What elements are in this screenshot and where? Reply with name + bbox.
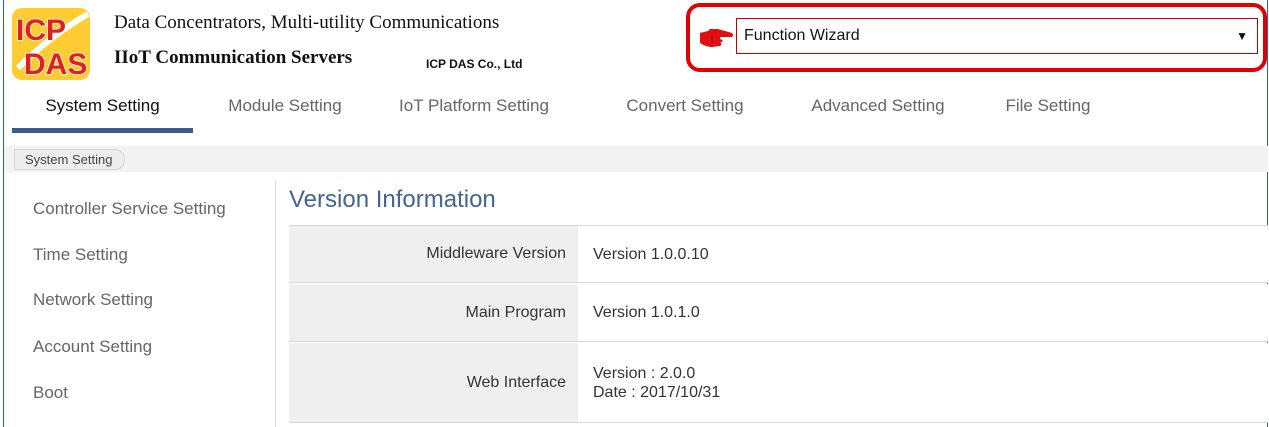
tab-convert-setting[interactable]: Convert Setting <box>605 84 765 132</box>
sidebar-item-account[interactable]: Account Setting <box>33 337 152 357</box>
tab-advanced-setting[interactable]: Advanced Setting <box>790 84 966 132</box>
function-wizard-select[interactable]: Function Wizard ▼ <box>736 18 1258 54</box>
function-wizard-value: Function Wizard <box>744 27 860 44</box>
row-value: Version 1.0.0.10 <box>593 226 709 282</box>
row-value: Version 1.0.1.0 <box>593 284 700 341</box>
active-tab-indicator <box>12 128 193 133</box>
header-tagline: Data Concentrators, Multi-utility Commun… <box>114 12 500 33</box>
pointing-hand-icon <box>700 29 733 47</box>
tab-module-setting[interactable]: Module Setting <box>216 84 354 132</box>
row-label: Main Program <box>289 284 578 341</box>
header-company: ICP DAS Co., Ltd <box>426 57 523 71</box>
page-title: Version Information <box>289 186 496 213</box>
sidebar: Controller Service Setting Time Setting … <box>4 180 276 427</box>
tab-iot-platform-setting[interactable]: IoT Platform Setting <box>376 84 572 132</box>
sidebar-item-time[interactable]: Time Setting <box>33 245 128 265</box>
breadcrumb-item[interactable]: System Setting <box>14 149 126 170</box>
tab-system-setting[interactable]: System Setting <box>12 84 193 132</box>
tab-file-setting[interactable]: File Setting <box>988 84 1108 132</box>
web-interface-version: Version : 2.0.0 <box>593 364 696 382</box>
icp-das-logo: ICP DAS <box>12 8 90 82</box>
breadcrumb: System Setting <box>4 146 1268 172</box>
sidebar-item-boot[interactable]: Boot <box>33 383 68 403</box>
row-label: Middleware Version <box>289 226 578 282</box>
svg-text:DAS: DAS <box>24 48 87 81</box>
row-value: Version : 2.0.0 Date : 2017/10/31 <box>593 343 720 422</box>
middleware-version-value: Version 1.0.0.10 <box>593 245 709 263</box>
header-product: IIoT Communication Servers <box>114 47 353 68</box>
sidebar-item-controller-service[interactable]: Controller Service Setting <box>33 199 226 219</box>
table-row: Middleware Version Version 1.0.0.10 <box>289 226 1268 283</box>
table-row: Main Program Version 1.0.1.0 <box>289 284 1268 342</box>
row-label: Web Interface <box>289 343 578 422</box>
chevron-down-icon: ▼ <box>1236 29 1248 43</box>
svg-text:ICP: ICP <box>16 14 66 47</box>
web-interface-date: Date : 2017/10/31 <box>593 383 721 401</box>
table-row: Web Interface Version : 2.0.0 Date : 201… <box>289 343 1268 423</box>
sidebar-item-network[interactable]: Network Setting <box>33 290 153 310</box>
main-program-value: Version 1.0.1.0 <box>593 304 700 321</box>
main-tabs: System Setting Module Setting IoT Platfo… <box>12 84 1262 134</box>
